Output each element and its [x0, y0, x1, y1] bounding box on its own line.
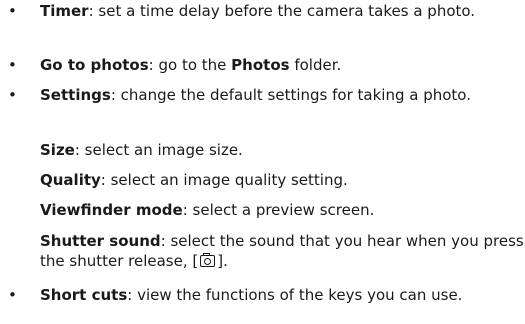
bullet: •	[8, 286, 17, 304]
sub-item-size: Size: select an image size.	[40, 141, 525, 161]
sub-item-shutter-sound: Shutter sound: select the sound that you…	[40, 232, 525, 271]
go-to-photos-term: Go to photos	[40, 56, 149, 74]
settings-desc: : change the default settings for taking…	[110, 86, 471, 104]
bullet: •	[8, 2, 17, 20]
sub-item-viewfinder-mode: Viewfinder mode: select a preview screen…	[40, 201, 525, 221]
short-cuts-desc: : view the functions of the keys you can…	[127, 286, 463, 304]
quality-term: Quality	[40, 171, 101, 189]
viewfinder-mode-term: Viewfinder mode	[40, 201, 183, 219]
go-to-photos-desc-before: : go to the	[148, 56, 232, 74]
size-term: Size	[40, 141, 75, 159]
quality-desc: : select an image quality setting.	[100, 171, 348, 189]
viewfinder-mode-desc: : select a preview screen.	[182, 201, 375, 219]
short-cuts-term: Short cuts	[40, 286, 128, 304]
shutter-sound-term: Shutter sound	[40, 232, 161, 250]
timer-term: Timer	[40, 2, 89, 20]
manual-page: • Timer: set a time delay before the cam…	[0, 0, 525, 324]
sub-item-quality: Quality: select an image quality setting…	[40, 171, 525, 191]
photos-folder-name: Photos	[231, 56, 290, 74]
timer-text: Timer: set a time delay before the camer…	[40, 2, 525, 22]
bullet: •	[8, 56, 17, 74]
size-desc: : select an image size.	[74, 141, 243, 159]
short-cuts-text: Short cuts: view the functions of the ke…	[40, 286, 525, 306]
go-to-photos-desc-after: folder.	[289, 56, 342, 74]
shutter-sound-desc-after: ].	[217, 251, 228, 270]
bullet: •	[8, 86, 17, 104]
camera-key-icon	[200, 252, 216, 267]
settings-term: Settings	[40, 86, 111, 104]
settings-text: Settings: change the default settings fo…	[40, 86, 525, 106]
go-to-photos-text: Go to photos: go to the Photos folder.	[40, 56, 525, 76]
timer-desc: : set a time delay before the camera tak…	[88, 2, 476, 20]
